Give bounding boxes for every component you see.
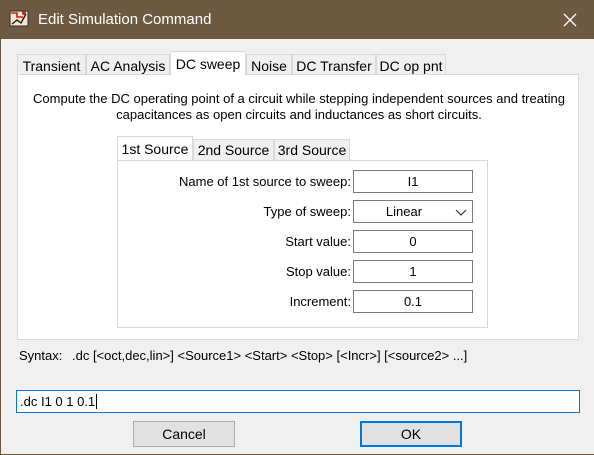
close-icon — [563, 13, 577, 27]
description-line-2: capacitances as open circuits and induct… — [116, 107, 482, 122]
description: Compute the DC operating point of a circ… — [18, 91, 580, 123]
start-value-row: Start value: 0 — [118, 230, 489, 254]
stop-value-row: Stop value: 1 — [118, 260, 489, 284]
title-bar[interactable]: Edit Simulation Command — [1, 1, 593, 39]
source-panel: Name of 1st source to sweep: I1 Type of … — [117, 160, 488, 328]
syntax-text: .dc [<oct,dec,lin>] <Source1> <Start> <S… — [71, 348, 468, 363]
stop-value-label: Stop value: — [285, 264, 351, 279]
tab-ac-analysis[interactable]: AC Analysis — [86, 54, 170, 76]
source-name-label: Name of 1st source to sweep: — [179, 174, 351, 189]
tab-3rd-source[interactable]: 3rd Source — [274, 139, 350, 160]
syntax-line: Syntax: .dc [<oct,dec,lin>] <Source1> <S… — [19, 348, 467, 363]
tab-dc-transfer[interactable]: DC Transfer — [292, 54, 376, 76]
source-name-row: Name of 1st source to sweep: I1 — [118, 170, 489, 194]
tab-noise[interactable]: Noise — [246, 54, 292, 76]
window-title: Edit Simulation Command — [38, 11, 212, 28]
increment-row: Increment: 0.1 — [118, 290, 489, 314]
tab-dc-op-pnt[interactable]: DC op pnt — [376, 54, 446, 76]
stop-value-input[interactable]: 1 — [353, 260, 473, 283]
sweep-type-row: Type of sweep: Linear — [118, 200, 489, 224]
dc-sweep-panel: Compute the DC operating point of a circ… — [17, 74, 579, 340]
tab-dc-sweep[interactable]: DC sweep — [170, 51, 246, 76]
ok-button[interactable]: OK — [360, 421, 462, 447]
sweep-type-value: Linear — [385, 204, 423, 219]
sweep-type-label: Type of sweep: — [263, 204, 351, 219]
source-name-input[interactable]: I1 — [353, 170, 473, 193]
increment-input[interactable]: 0.1 — [353, 290, 473, 313]
tab-transient[interactable]: Transient — [17, 54, 86, 76]
cancel-button[interactable]: Cancel — [133, 421, 235, 447]
chevron-down-icon — [455, 209, 467, 216]
increment-label: Increment: — [289, 294, 351, 309]
dialog-window: Edit Simulation Command Transient AC Ana… — [0, 0, 594, 455]
description-line-1: Compute the DC operating point of a circ… — [33, 91, 565, 106]
tab-2nd-source[interactable]: 2nd Source — [193, 139, 274, 160]
start-value-input[interactable]: 0 — [353, 230, 473, 253]
app-icon — [9, 9, 29, 29]
sweep-type-select[interactable]: Linear — [353, 200, 473, 223]
close-button[interactable] — [547, 1, 593, 39]
start-value-label: Start value: — [285, 234, 351, 249]
dialog-body: Transient AC Analysis DC sweep Noise DC … — [2, 39, 594, 454]
command-text: .dc I1 0 1 0.1 — [20, 394, 96, 409]
tab-1st-source[interactable]: 1st Source — [117, 136, 193, 160]
syntax-label: Syntax: — [19, 348, 63, 363]
text-caret — [96, 394, 98, 409]
command-input[interactable]: .dc I1 0 1 0.1 — [16, 390, 580, 413]
